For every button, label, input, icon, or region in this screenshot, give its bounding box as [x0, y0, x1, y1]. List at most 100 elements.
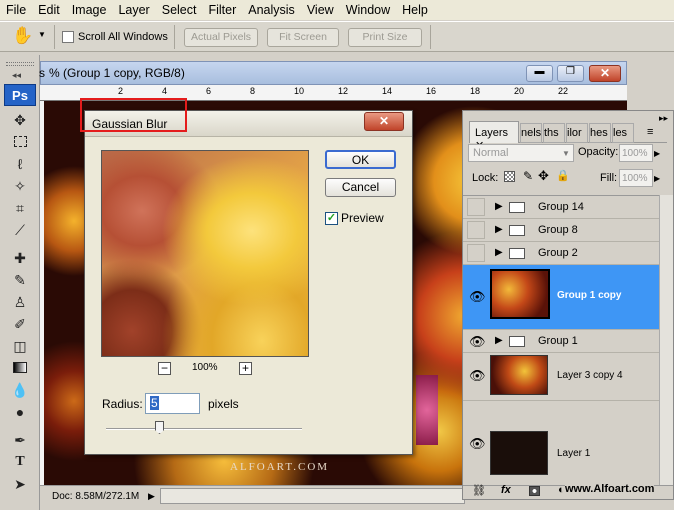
tab-styles[interactable]: les	[612, 123, 634, 143]
layer-row-group-1[interactable]: 👁 ▶ Group 1	[463, 330, 659, 353]
radius-unit: pixels	[208, 397, 239, 411]
opacity-input[interactable]: 100%	[619, 144, 653, 162]
path-selection-tool-icon[interactable]: ➤	[10, 475, 30, 493]
marquee-tool-icon[interactable]	[10, 133, 30, 151]
menu-layer[interactable]: Layer	[112, 0, 155, 20]
tab-paths[interactable]: ths	[543, 123, 565, 143]
link-layers-icon[interactable]: ⛓	[472, 484, 486, 497]
eye-icon[interactable]: 👁	[469, 334, 486, 350]
ruler-tick-label: 16	[426, 86, 437, 96]
ruler-tick-label: 18	[470, 86, 481, 96]
tab-color[interactable]: ilor	[566, 123, 588, 143]
magic-wand-tool-icon[interactable]: ✧	[10, 177, 30, 195]
expand-arrow-icon[interactable]: ▶	[495, 224, 503, 235]
fill-input[interactable]: 100%	[619, 169, 653, 187]
dialog-close-icon[interactable]: ✕	[364, 112, 404, 131]
layer-row-group-2[interactable]: ▶ Group 2	[463, 242, 659, 265]
panel-menu-icon[interactable]: ≡	[647, 126, 653, 138]
close-icon[interactable]: ✕	[589, 65, 621, 82]
options-bar: ✋ ▼ Scroll All Windows Actual Pixels Fit…	[0, 21, 674, 52]
layers-panel: ▸▸ Layers ✕ nels ths ilor hes les ≡ Norm…	[462, 110, 674, 500]
menu-view[interactable]: View	[301, 0, 340, 20]
layer-row-group-14[interactable]: ▶ Group 14	[463, 196, 659, 219]
eraser-tool-icon[interactable]: ◫	[10, 337, 30, 355]
menu-filter[interactable]: Filter	[202, 0, 242, 20]
preview-checkbox[interactable]: ✓	[325, 212, 338, 225]
lasso-tool-icon[interactable]: ℓ	[10, 155, 30, 173]
lock-all-icon[interactable]: 🔒	[556, 169, 570, 182]
tab-layers[interactable]: Layers ✕	[469, 121, 519, 152]
brush-tool-icon[interactable]: ✎	[10, 271, 30, 289]
visibility-toggle[interactable]	[467, 198, 485, 216]
menu-analysis[interactable]: Analysis	[242, 0, 301, 20]
layer-row-group-1-copy[interactable]: 👁 Group 1 copy	[463, 265, 659, 330]
visibility-toggle[interactable]	[467, 244, 485, 262]
layers-scrollbar[interactable]	[659, 195, 673, 485]
lock-label: Lock:	[472, 172, 499, 184]
expand-arrow-icon[interactable]: ▶	[495, 201, 503, 212]
layer-style-icon[interactable]: fx	[501, 484, 511, 496]
layer-row-layer-1[interactable]: 👁 Layer 1	[463, 401, 659, 476]
blur-preview[interactable]	[101, 150, 309, 357]
layer-row-layer-3-copy-4[interactable]: 👁 Layer 3 copy 4	[463, 353, 659, 401]
type-tool-icon[interactable]: T	[10, 453, 30, 471]
menu-image[interactable]: Image	[66, 0, 113, 20]
menu-edit[interactable]: Edit	[32, 0, 66, 20]
eyedropper-tool-icon[interactable]: ⟋	[10, 221, 30, 239]
layer-name: Group 1	[538, 335, 578, 347]
status-menu-icon[interactable]: ▶	[148, 491, 155, 502]
pen-tool-icon[interactable]: ✒	[10, 431, 30, 449]
blur-tool-icon[interactable]: 💧	[10, 381, 30, 399]
zoom-out-button[interactable]: −	[158, 362, 171, 375]
menu-help[interactable]: Help	[396, 0, 434, 20]
ok-button[interactable]: OK	[325, 150, 396, 169]
visibility-toggle[interactable]	[467, 221, 485, 239]
healing-brush-tool-icon[interactable]: ✚	[10, 249, 30, 267]
blend-mode-select[interactable]: Normal	[468, 144, 574, 162]
zoom-in-button[interactable]: +	[239, 362, 252, 375]
opacity-arrow-icon[interactable]: ▶	[654, 149, 660, 158]
actual-pixels-button[interactable]: Actual Pixels	[184, 28, 258, 47]
tab-channels[interactable]: nels	[520, 123, 542, 143]
scroll-all-windows-checkbox[interactable]	[62, 31, 74, 43]
eye-icon[interactable]: 👁	[469, 368, 486, 384]
adjustment-layer-icon[interactable]: ◐	[558, 484, 565, 496]
expand-arrow-icon[interactable]: ▶	[495, 335, 503, 346]
cancel-button[interactable]: Cancel	[325, 178, 396, 197]
clone-stamp-tool-icon[interactable]: ♙	[10, 293, 30, 311]
lock-transparent-icon[interactable]	[504, 171, 515, 182]
menu-window[interactable]: Window	[340, 0, 396, 20]
hand-tool-icon[interactable]: ✋	[12, 26, 33, 46]
radius-input[interactable]: 5	[145, 393, 200, 414]
tools-grip[interactable]	[6, 62, 34, 66]
lock-pixels-icon[interactable]: ✎	[523, 169, 533, 183]
lock-position-icon[interactable]: ✥	[538, 168, 549, 184]
add-mask-icon[interactable]	[529, 486, 540, 496]
menu-select[interactable]: Select	[156, 0, 203, 20]
crop-tool-icon[interactable]: ⌗	[10, 199, 30, 217]
layer-name: Group 8	[538, 224, 578, 236]
eye-icon[interactable]: 👁	[469, 289, 486, 305]
radius-slider-track[interactable]	[106, 428, 302, 430]
footer-watermark: www.Alfoart.com	[565, 483, 655, 495]
tab-swatches[interactable]: hes	[589, 123, 611, 143]
dodge-tool-icon[interactable]: ●	[10, 403, 30, 421]
restore-button[interactable]: ❐	[557, 65, 584, 82]
collapse-tools-icon[interactable]: ◂◂	[12, 70, 21, 81]
eye-icon[interactable]: 👁	[469, 436, 486, 452]
gradient-tool-icon[interactable]	[10, 359, 30, 377]
minimize-button[interactable]: ▬	[526, 65, 553, 82]
fill-arrow-icon[interactable]: ▶	[654, 174, 660, 183]
folder-icon	[509, 248, 525, 259]
horizontal-scrollbar[interactable]	[160, 488, 465, 504]
layer-row-group-8[interactable]: ▶ Group 8	[463, 219, 659, 242]
tool-preset-dropdown-icon[interactable]: ▼	[38, 30, 46, 39]
menu-file[interactable]: File	[0, 0, 32, 20]
history-brush-tool-icon[interactable]: ✐	[10, 315, 30, 333]
fit-screen-button[interactable]: Fit Screen	[267, 28, 339, 47]
layer-name: Layer 3 copy 4	[557, 370, 623, 381]
print-size-button[interactable]: Print Size	[348, 28, 422, 47]
move-tool-icon[interactable]: ✥	[10, 111, 30, 129]
expand-arrow-icon[interactable]: ▶	[495, 247, 503, 258]
radius-slider-handle[interactable]	[155, 421, 164, 434]
